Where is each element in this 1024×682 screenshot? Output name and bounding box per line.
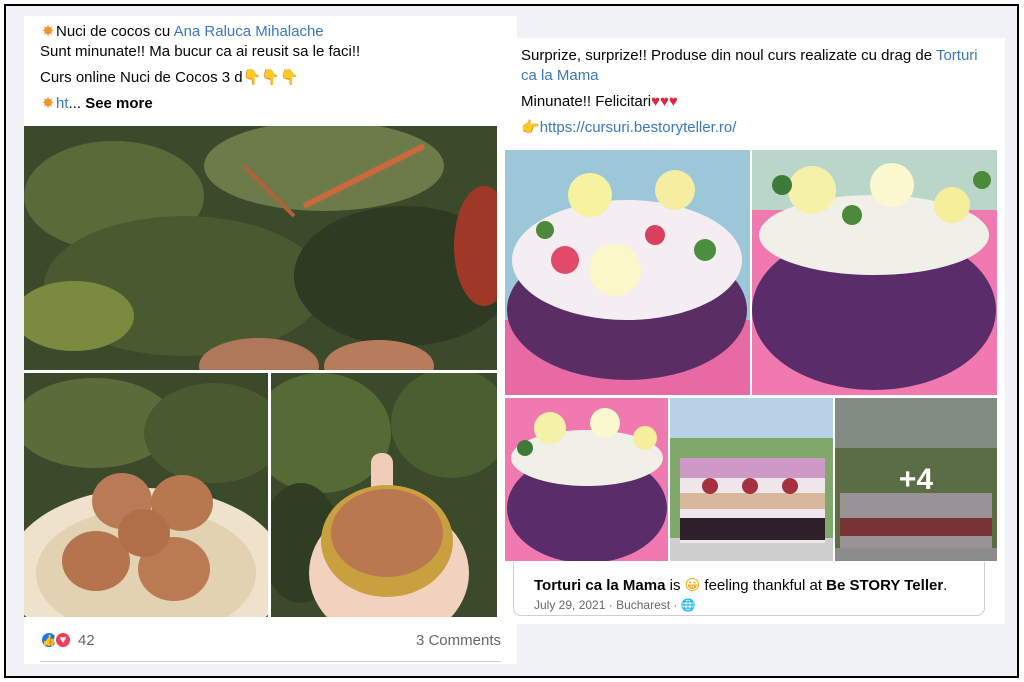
photo-coconut-truffles-plate[interactable] [24, 373, 268, 617]
activity-text: is [665, 577, 685, 594]
see-more-button[interactable]: See more [85, 95, 153, 112]
photo-coconut-plant[interactable] [24, 126, 497, 370]
tagged-page-link[interactable]: Torturi [936, 47, 978, 64]
photo-cake-5[interactable]: +4 [835, 398, 997, 561]
place-link[interactable]: Be STORY Teller [826, 577, 943, 594]
reactions-summary[interactable]: 👍 ♥ 42 [40, 631, 95, 649]
post-text-line-1b: ca la Mama [521, 66, 599, 86]
photo-cake-3[interactable] [505, 398, 668, 561]
collision-emoji-icon: ✸ [41, 95, 55, 112]
post-text-line-3: Curs online Nuci de Cocos 3 d👇👇👇 [40, 68, 299, 88]
post-location[interactable]: Bucharest [616, 598, 670, 612]
activity-meta: July 29, 2021 · Bucharest · 🌐 [534, 598, 696, 612]
post-cakes: Surprize, surprize!! Produse din noul cu… [505, 38, 1005, 624]
truncated-link[interactable]: ht [56, 95, 69, 112]
reaction-count: 42 [78, 631, 95, 649]
photo-cake-2[interactable] [752, 150, 997, 395]
post-text: Surprize, surprize!! Produse din noul cu… [521, 47, 936, 64]
activity-text: . [943, 577, 948, 594]
post-text-line-2: Sunt minunate!! Ma bucur ca ai reusit sa… [40, 43, 361, 60]
post-text-line-1: ✸ Nuci de cocos cu Ana Raluca Mihalache [40, 22, 324, 42]
activity-title: Torturi ca la Mama is 😀 feeling thankful… [534, 576, 947, 594]
more-photos-overlay[interactable]: +4 [835, 398, 997, 561]
post-text: Minunate!! Felicitari [521, 93, 652, 110]
divider [40, 661, 501, 662]
smiling-face-icon: 😀 [684, 577, 701, 594]
post-date[interactable]: July 29, 2021 [534, 598, 605, 612]
comments-link[interactable]: 3 Comments [416, 632, 501, 649]
post-text-line-4: ✸ ht... See more [40, 94, 153, 114]
heart-icon: ♥ [54, 631, 72, 649]
activity-attachment[interactable]: Torturi ca la Mama is 😀 feeling thankful… [513, 562, 985, 616]
page-name-link[interactable]: Torturi ca la Mama [534, 577, 665, 594]
post-text-line-1: Surprize, surprize!! Produse din noul cu… [521, 46, 978, 66]
backhand-index-pointing-right-icon: 👉 [521, 119, 540, 136]
backhand-index-pointing-down-icon: 👇👇👇 [242, 69, 299, 86]
course-url-link[interactable]: https://cursuri.bestoryteller.ro/ [540, 119, 737, 136]
tagged-page-link-cont[interactable]: ca la Mama [521, 67, 599, 84]
photo-cake-1[interactable] [505, 150, 750, 395]
ellipsis: ... [68, 95, 86, 112]
post-text-line-2: Minunate!! Felicitari♥♥♥ [521, 92, 678, 112]
course-title-text: Curs online Nuci de Cocos 3 d [40, 69, 243, 86]
photo-cake-4[interactable] [670, 398, 833, 561]
red-heart-icon: ♥♥♥ [651, 93, 678, 110]
photo-coconut-truffle-hand[interactable] [271, 373, 497, 617]
tagged-user-link[interactable]: Ana Raluca Mihalache [174, 23, 324, 40]
globe-icon: 🌐 [680, 598, 696, 612]
post-coconut: ✸ Nuci de cocos cu Ana Raluca Mihalache S… [24, 16, 517, 664]
collision-emoji-icon: ✸ [41, 23, 55, 40]
post-text: Nuci de cocos cu [56, 23, 174, 40]
activity-text: feeling thankful at [700, 577, 827, 594]
post-text-line-3: 👉https://cursuri.bestoryteller.ro/ [521, 118, 736, 138]
